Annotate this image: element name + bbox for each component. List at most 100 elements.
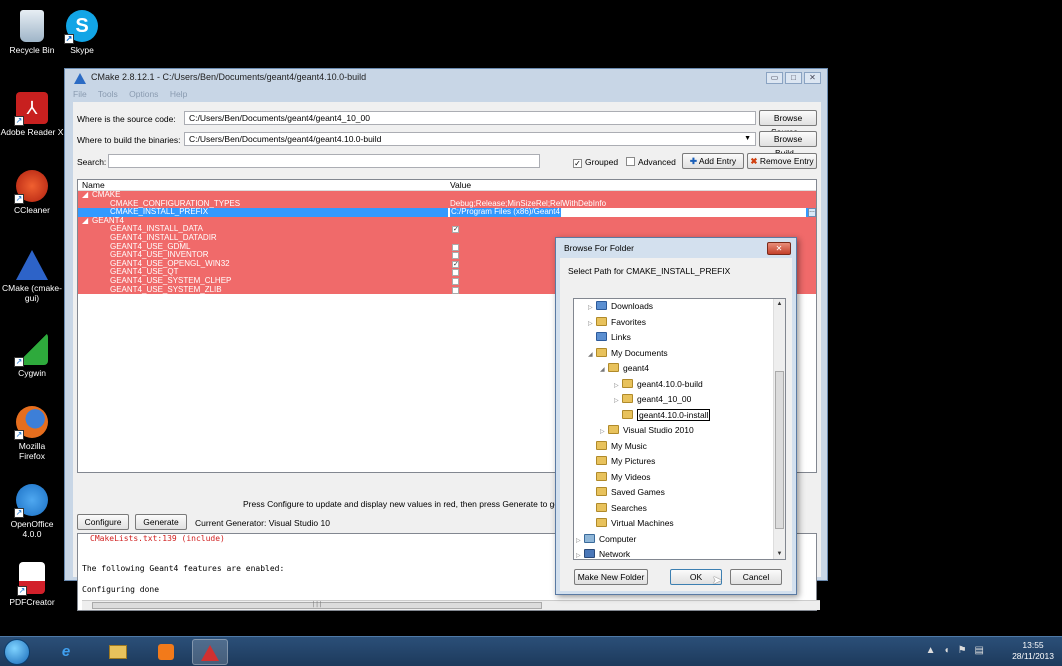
expand-arrow-icon[interactable]: ▷ [600,425,608,439]
action-center-flag-icon[interactable]: ⚑ [958,645,975,656]
minimize-button[interactable]: ▭ [766,72,783,84]
folder-item-my-music[interactable]: My Music [588,439,647,453]
close-button[interactable]: ✕ [804,72,821,84]
desktop-icon-openoffice[interactable]: ↗ OpenOffice 4.0.0 [0,484,64,539]
folder-item-links[interactable]: Links [588,330,631,344]
desktop-icon-skype[interactable]: S ↗ Skype [58,10,106,55]
folder-item-geant4-src[interactable]: ▷ geant4_10_00 [614,392,691,406]
desktop-icon-pdfcreator[interactable]: ↗ PDFCreator [0,562,64,607]
expand-arrow-icon[interactable]: ▷ [588,301,596,315]
build-path-combo[interactable]: C:/Users/Ben/Documents/geant4/geant4.10.… [184,132,756,146]
expand-arrow-icon[interactable]: ▷ [576,549,584,559]
system-tray-icons[interactable]: ▲◖⚑▤ [926,645,992,656]
taskbar-explorer-button[interactable] [100,639,136,665]
remove-entry-button[interactable]: ✖ Remove Entry [747,153,817,169]
folder-label: My Documents [611,347,668,358]
search-input[interactable] [108,154,540,168]
checkbox-icon[interactable] [452,269,459,277]
folder-rename-input[interactable]: geant4.10.0-install [637,408,711,421]
remove-icon: ✖ [750,156,758,166]
checkbox-icon[interactable] [452,278,459,285]
browse-ellipsis-button[interactable]: … [808,208,816,217]
menu-file[interactable]: File [73,89,87,99]
col-name-header[interactable]: Name [82,180,105,190]
folder-item-searches[interactable]: Searches [588,501,647,515]
source-path-input[interactable]: C:/Users/Ben/Documents/geant4/geant4_10_… [184,111,756,125]
cancel-button[interactable]: Cancel [730,569,782,585]
taskbar-outlook-button[interactable] [148,639,184,665]
folder-item-my-documents[interactable]: ◢ My Documents [588,346,668,360]
scroll-up-icon[interactable]: ▲ [774,299,785,309]
menu-options[interactable]: Options [129,89,158,99]
desktop-icon-recycle-bin[interactable]: Recycle Bin [0,10,64,55]
menu-help[interactable]: Help [170,89,187,99]
generate-button[interactable]: Generate [135,514,187,530]
browse-build-button[interactable]: Browse Build... [759,131,817,158]
desktop-icon-cygwin[interactable]: ↗ Cygwin [0,333,64,378]
collapse-arrow-icon[interactable]: ◢ [588,348,596,362]
desktop-icon-cmake[interactable]: CMake (cmake-gui) [0,250,64,303]
folder-item-my-videos[interactable]: My Videos [588,470,651,484]
folder-item-virtual-machines[interactable]: Virtual Machines [588,516,674,530]
scroll-down-icon[interactable]: ▼ [774,549,785,559]
expand-arrow-icon[interactable]: ▷ [614,394,622,408]
entry-name: GEANT4_USE_SYSTEM_ZLIB [110,284,222,294]
scroll-thumb[interactable]: ||| [92,602,542,609]
shortcut-arrow-icon: ↗ [14,194,24,204]
folder-item-geant4[interactable]: ◢ geant4 [600,361,649,375]
folder-item-favorites[interactable]: ▷ Favorites [588,315,646,329]
folder-item-computer[interactable]: ▷ Computer [576,532,636,546]
expand-icon[interactable]: ◢ [82,190,88,200]
browse-source-button[interactable]: Browse Source... [759,110,817,137]
taskbar-cmake-button[interactable] [192,639,228,665]
folder-icon [596,518,607,527]
expand-icon[interactable]: ◢ [82,216,88,226]
horizontal-scrollbar[interactable]: ||| [82,600,820,610]
checkbox-icon[interactable] [452,243,459,251]
maximize-button[interactable]: □ [785,72,802,84]
folder-label: Favorites [611,316,646,327]
folder-item-downloads[interactable]: ▷ Downloads [588,299,653,313]
collapse-arrow-icon[interactable]: ◢ [600,363,608,377]
taskbar-ie-button[interactable]: e [48,639,84,665]
folder-item-saved-games[interactable]: Saved Games [588,485,665,499]
expand-arrow-icon[interactable]: ▷ [576,534,584,548]
folder-item-my-pictures[interactable]: My Pictures [588,454,655,468]
col-value-header[interactable]: Value [450,180,471,190]
grouped-checkbox[interactable]: ✓ Grouped [573,157,618,168]
expand-arrow-icon[interactable]: ▷ [588,317,596,331]
expand-arrow-icon[interactable]: ▷ [614,379,622,393]
entry-value-editor[interactable]: C:/Program Files (x86)/Geant4 [448,208,806,217]
tree-row-selected[interactable]: CMAKE_INSTALL_PREFIX C:/Program Files (x8… [78,208,816,217]
volume-icon[interactable]: ◖ [944,645,958,656]
cmake-title-bar[interactable]: CMake 2.8.12.1 - C:/Users/Ben/Documents/… [65,69,827,89]
checkbox-icon[interactable] [452,252,459,260]
chevron-down-icon[interactable]: ▼ [744,133,751,145]
advanced-checkbox[interactable]: Advanced [626,157,676,167]
dialog-close-button[interactable]: ✕ [767,242,791,255]
folder-item-network[interactable]: ▷ Network [576,547,630,559]
network-tray-icon[interactable]: ▤ [975,645,992,656]
dialog-title: Browse For Folder [564,243,634,253]
folder-item-vs2010[interactable]: ▷ Visual Studio 2010 [600,423,694,437]
folder-tree[interactable]: ▷ Downloads ▷ Favorites Links ◢ My Document… [573,298,786,560]
vertical-scrollbar[interactable]: ▲ ▼ [773,299,785,559]
dialog-title-bar[interactable]: Browse For Folder ✕ [556,238,796,258]
folder-item-new-install[interactable]: geant4.10.0-install [614,408,711,422]
checkbox-checked-icon[interactable]: ✓ [452,260,459,268]
desktop-icon-ccleaner[interactable]: ↗ CCleaner [0,170,64,215]
checkbox-icon[interactable] [452,286,459,294]
clock[interactable]: 13:55 28/11/2013 [1012,640,1054,662]
start-button[interactable] [4,639,30,665]
menu-tools[interactable]: Tools [98,89,118,99]
desktop-icon-firefox[interactable]: ↗ Mozilla Firefox [0,406,64,461]
make-new-folder-button[interactable]: Make New Folder [574,569,648,585]
scroll-thumb[interactable] [775,371,784,529]
add-entry-button[interactable]: ✚ Add Entry [682,153,744,169]
show-hidden-icon[interactable]: ▲ [926,645,944,656]
desktop-icon-adobe-reader[interactable]: ⅄ ↗ Adobe Reader X [0,92,64,137]
favorites-folder-icon [596,316,607,326]
configure-button[interactable]: Configure [77,514,129,530]
folder-item-geant4-build[interactable]: ▷ geant4.10.0-build [614,377,703,391]
checkbox-checked-icon[interactable]: ✓ [452,226,459,234]
